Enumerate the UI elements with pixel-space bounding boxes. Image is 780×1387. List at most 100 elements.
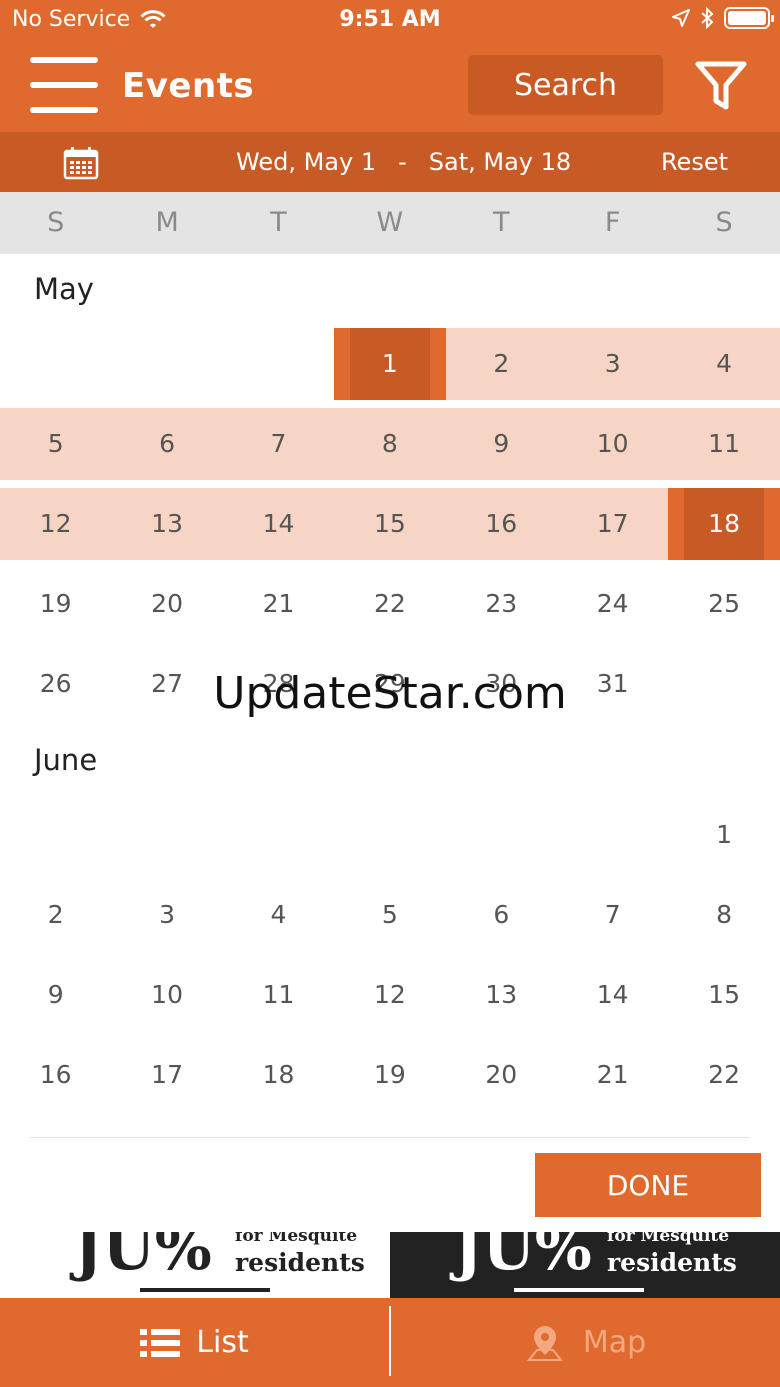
- day-number: 16: [39, 1060, 72, 1089]
- calendar-day[interactable]: 8: [334, 408, 445, 480]
- calendar-day[interactable]: 4: [223, 879, 334, 951]
- day-number: 6: [159, 429, 176, 458]
- calendar-day[interactable]: 2: [446, 328, 557, 400]
- calendar-day[interactable]: 21: [557, 1039, 668, 1111]
- week-row: 19 20 21 22 23 24 25: [0, 568, 780, 640]
- calendar-day[interactable]: 20: [111, 568, 222, 640]
- date-range-text: Wed, May 1 - Sat, May 18: [236, 148, 571, 176]
- calendar-day[interactable]: 9: [446, 408, 557, 480]
- day-number: 5: [47, 429, 64, 458]
- calendar-day[interactable]: 17: [111, 1039, 222, 1111]
- calendar-icon[interactable]: [63, 146, 99, 180]
- ad-right: JU% for Mesquite residents: [390, 1232, 780, 1298]
- day-number: 8: [381, 429, 398, 458]
- day-number: 9: [493, 429, 510, 458]
- month-label: May: [34, 272, 94, 306]
- menu-button[interactable]: [30, 57, 98, 113]
- day-number: 11: [262, 980, 295, 1009]
- week-row: 12 13 14 15 16 17 18: [0, 488, 780, 560]
- ad-big-text: JU%: [74, 1232, 212, 1284]
- day-number: 5: [381, 900, 398, 929]
- calendar-day[interactable]: 15: [334, 488, 445, 560]
- empty-day: [0, 328, 111, 400]
- calendar-day[interactable]: 16: [446, 488, 557, 560]
- calendar-day[interactable]: 8: [668, 879, 779, 951]
- date-range-bar: Wed, May 1 - Sat, May 18 Reset: [0, 132, 780, 192]
- filter-icon[interactable]: [693, 59, 749, 113]
- calendar-day[interactable]: 22: [668, 1039, 779, 1111]
- calendar-day[interactable]: 5: [334, 879, 445, 951]
- calendar-day[interactable]: 18: [223, 1039, 334, 1111]
- calendar-day[interactable]: 25: [668, 568, 779, 640]
- day-number: 10: [596, 429, 629, 458]
- divider: [30, 1137, 750, 1138]
- selected-day[interactable]: 18: [668, 488, 780, 560]
- calendar-day[interactable]: 6: [446, 879, 557, 951]
- calendar-day[interactable]: 7: [223, 408, 334, 480]
- ad-big-text: JU%: [454, 1232, 592, 1284]
- day-number: 1: [381, 349, 398, 378]
- calendar-day[interactable]: 21: [223, 568, 334, 640]
- calendar-day[interactable]: 10: [557, 408, 668, 480]
- tab-map-label: Map: [582, 1325, 647, 1360]
- day-number: 12: [39, 509, 72, 538]
- day-number: 6: [493, 900, 510, 929]
- reset-button[interactable]: Reset: [661, 148, 728, 176]
- calendar-day[interactable]: 11: [668, 408, 779, 480]
- ad-banner[interactable]: JU% for Mesquite residents JU% for Mesqu…: [0, 1232, 780, 1298]
- bluetooth-icon: [701, 7, 714, 29]
- calendar-day[interactable]: 1: [668, 799, 779, 871]
- day-number: 14: [596, 980, 629, 1009]
- calendar-day[interactable]: 6: [111, 408, 222, 480]
- month-label: June: [34, 743, 98, 777]
- calendar-day[interactable]: 9: [0, 959, 111, 1031]
- calendar-day[interactable]: 7: [557, 879, 668, 951]
- calendar-day[interactable]: 3: [111, 879, 222, 951]
- calendar-day[interactable]: 19: [334, 1039, 445, 1111]
- day-number: 17: [596, 509, 629, 538]
- tab-map[interactable]: Map: [391, 1298, 780, 1387]
- empty-day: [446, 799, 557, 871]
- day-number: 10: [151, 980, 183, 1009]
- calendar-day[interactable]: 5: [0, 408, 111, 480]
- search-button[interactable]: Search: [468, 55, 663, 115]
- hamburger-icon-line: [30, 82, 98, 88]
- done-button[interactable]: DONE: [535, 1153, 761, 1217]
- calendar-day[interactable]: 11: [223, 959, 334, 1031]
- day-number: 18: [262, 1060, 295, 1089]
- hamburger-icon-line: [30, 107, 98, 113]
- calendar-day[interactable]: 15: [668, 959, 779, 1031]
- calendar-day[interactable]: 17: [557, 488, 668, 560]
- calendar-day[interactable]: 14: [557, 959, 668, 1031]
- calendar-day[interactable]: 10: [111, 959, 222, 1031]
- calendar-day[interactable]: 23: [446, 568, 557, 640]
- selected-day[interactable]: 1: [334, 328, 446, 400]
- range-end: Sat, May 18: [428, 148, 572, 176]
- calendar-day[interactable]: 22: [334, 568, 445, 640]
- day-number: 2: [47, 900, 64, 929]
- day-number: 22: [373, 589, 406, 618]
- calendar-day[interactable]: 19: [0, 568, 111, 640]
- ad-underline: [140, 1288, 270, 1292]
- calendar-day[interactable]: 4: [668, 328, 779, 400]
- day-number: 21: [596, 1060, 629, 1089]
- weekday-header: SMTWTFS: [0, 192, 780, 254]
- calendar-day[interactable]: 3: [557, 328, 668, 400]
- calendar-day[interactable]: 12: [0, 488, 111, 560]
- tab-list[interactable]: List: [0, 1298, 389, 1387]
- weekday-label: S: [715, 207, 733, 238]
- calendar-day[interactable]: 13: [111, 488, 222, 560]
- day-number: 16: [485, 509, 518, 538]
- range-separator: -: [398, 148, 407, 176]
- day-number: 21: [262, 589, 295, 618]
- calendar-day[interactable]: 12: [334, 959, 445, 1031]
- status-bar: No Service 9:51 AM: [0, 0, 780, 40]
- calendar-day[interactable]: 13: [446, 959, 557, 1031]
- battery-icon: [724, 7, 774, 29]
- calendar-day[interactable]: 24: [557, 568, 668, 640]
- calendar-day[interactable]: 14: [223, 488, 334, 560]
- calendar-day[interactable]: 20: [446, 1039, 557, 1111]
- empty-day: [111, 328, 222, 400]
- calendar-day[interactable]: 16: [0, 1039, 111, 1111]
- calendar-day[interactable]: 2: [0, 879, 111, 951]
